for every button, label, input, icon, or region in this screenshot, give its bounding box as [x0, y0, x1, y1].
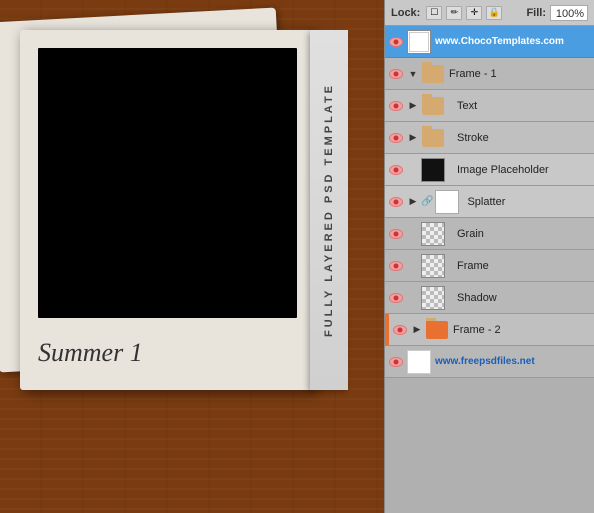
layer-thumb-white — [407, 350, 431, 374]
eye-icon[interactable] — [387, 129, 405, 147]
layer-thumb-folder — [421, 126, 445, 150]
eye-icon[interactable] — [387, 161, 405, 179]
layer-name: Splatter — [465, 196, 592, 208]
eye-icon[interactable] — [387, 353, 405, 371]
fill-value[interactable]: 100% — [550, 5, 588, 21]
layer-thumb-checker — [421, 254, 445, 278]
lock-move-icon[interactable]: ✛ — [466, 6, 482, 20]
layer-name: Frame - 1 — [447, 68, 592, 80]
layer-frame-1[interactable]: ▼ Frame - 1 — [385, 58, 594, 90]
layer-thumb-checker — [421, 222, 445, 246]
layer-choco-templates[interactable]: www.ChocoTemplates.com — [385, 26, 594, 58]
expand-arrow[interactable]: ▶ — [407, 196, 419, 208]
layer-thumb-white — [435, 190, 459, 214]
layer-text[interactable]: ▶ Text — [385, 90, 594, 122]
eye-icon[interactable] — [387, 97, 405, 115]
layer-stroke[interactable]: ▶ Stroke — [385, 122, 594, 154]
layers-panel: Lock: ☐ ✏ ✛ 🔒 Fill: 100% www.ChocoTempla… — [384, 0, 594, 513]
expand-arrow[interactable]: ▶ — [411, 324, 423, 336]
wood-background: Summer 1 FULLY LAYERED PSD TEMPLATE Lock… — [0, 0, 594, 513]
fill-label: Fill: — [526, 7, 546, 19]
layer-frame-2[interactable]: ▶ Frame - 2 — [385, 314, 594, 346]
eye-icon[interactable] — [387, 225, 405, 243]
vertical-banner-text: FULLY LAYERED PSD TEMPLATE — [323, 83, 335, 337]
layer-image-placeholder[interactable]: Image Placeholder — [385, 154, 594, 186]
layer-splatter[interactable]: ▶ 🔗 Splatter — [385, 186, 594, 218]
lock-label: Lock: — [391, 7, 420, 19]
link-icon: 🔗 — [421, 196, 433, 207]
layer-thumb-black — [421, 158, 445, 182]
layer-grain[interactable]: Grain — [385, 218, 594, 250]
expand-arrow[interactable]: ▶ — [407, 132, 419, 144]
layer-name: www.ChocoTemplates.com — [433, 36, 592, 47]
eye-icon[interactable] — [387, 193, 405, 211]
layer-thumb-folder — [425, 318, 449, 342]
lock-all-icon[interactable]: 🔒 — [486, 6, 502, 20]
expand-arrow[interactable]: ▼ — [407, 68, 419, 80]
layer-freepsd[interactable]: www.freepsdfiles.net — [385, 346, 594, 378]
expand-arrow[interactable]: ▶ — [407, 100, 419, 112]
layer-name: Stroke — [455, 132, 592, 144]
layer-name: Shadow — [455, 292, 592, 304]
layer-thumb-folder — [421, 94, 445, 118]
eye-icon[interactable] — [387, 289, 405, 307]
eye-icon[interactable] — [387, 33, 405, 51]
vertical-banner: FULLY LAYERED PSD TEMPLATE — [310, 30, 348, 390]
lock-pen-icon[interactable]: ✏ — [446, 6, 462, 20]
eye-icon[interactable] — [387, 257, 405, 275]
layer-name: Grain — [455, 228, 592, 240]
layer-name: Image Placeholder — [455, 164, 592, 176]
layer-name: www.freepsdfiles.net — [433, 356, 592, 367]
eye-icon[interactable] — [387, 65, 405, 83]
layers-list: www.ChocoTemplates.com ▼ Frame - 1 ▶ — [385, 26, 594, 513]
layer-shadow[interactable]: Shadow — [385, 282, 594, 314]
layer-thumb-checker — [421, 286, 445, 310]
panel-toolbar: Lock: ☐ ✏ ✛ 🔒 Fill: 100% — [385, 0, 594, 26]
layer-thumb — [407, 30, 431, 54]
polaroid-main: Summer 1 — [20, 30, 315, 390]
layer-name: Text — [455, 100, 592, 112]
layer-thumb-folder — [421, 62, 445, 86]
polaroid-caption: Summer 1 — [38, 338, 143, 368]
layer-name: Frame — [455, 260, 592, 272]
eye-icon[interactable] — [391, 321, 409, 339]
layer-name: Frame - 2 — [451, 324, 592, 336]
layer-frame[interactable]: Frame — [385, 250, 594, 282]
polaroid-photo — [38, 48, 297, 318]
lock-check-icon[interactable]: ☐ — [426, 6, 442, 20]
